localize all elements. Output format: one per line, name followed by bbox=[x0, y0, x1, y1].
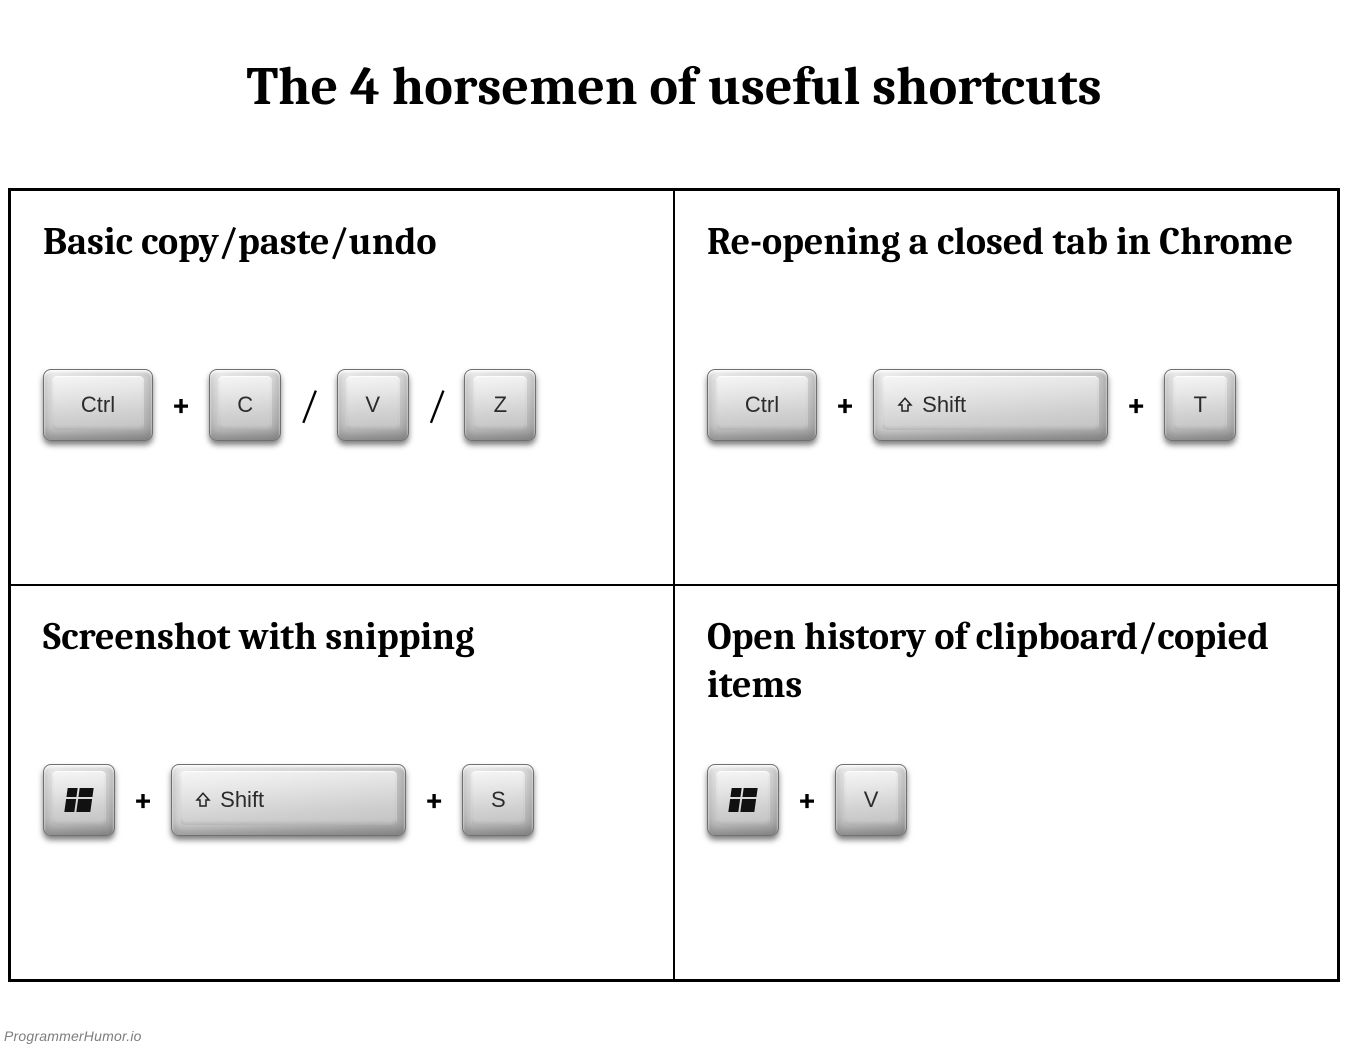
key-windows bbox=[43, 764, 115, 836]
shift-arrow-icon bbox=[194, 791, 212, 809]
key-windows bbox=[707, 764, 779, 836]
plus-separator: + bbox=[171, 385, 191, 425]
windows-icon bbox=[64, 788, 93, 812]
plus-separator: + bbox=[1126, 385, 1146, 425]
cell-copy-paste-undo: Basic copy/paste/undo Ctrl + C / V / Z bbox=[10, 190, 674, 585]
shift-arrow-icon bbox=[896, 396, 914, 414]
cell-title: Screenshot with snipping bbox=[43, 614, 641, 714]
plus-separator: + bbox=[835, 385, 855, 425]
key-combo: Ctrl + Shift + T bbox=[707, 369, 1305, 441]
key-combo: + V bbox=[707, 764, 1305, 836]
plus-separator: + bbox=[797, 780, 817, 820]
key-ctrl: Ctrl bbox=[707, 369, 817, 441]
key-c: C bbox=[209, 369, 281, 441]
plus-separator: + bbox=[424, 780, 444, 820]
key-combo: Ctrl + C / V / Z bbox=[43, 369, 641, 441]
cell-reopen-tab: Re-opening a closed tab in Chrome Ctrl +… bbox=[674, 190, 1338, 585]
key-combo: + Shift + S bbox=[43, 764, 641, 836]
key-t: T bbox=[1164, 369, 1236, 441]
key-s: S bbox=[462, 764, 534, 836]
windows-icon bbox=[728, 788, 757, 812]
plus-separator: + bbox=[133, 780, 153, 820]
watermark: ProgrammerHumor.io bbox=[4, 1028, 142, 1044]
slash-separator: / bbox=[299, 382, 319, 428]
page-title: The 4 horsemen of useful shortcuts bbox=[0, 0, 1348, 188]
cell-title: Re-opening a closed tab in Chrome bbox=[707, 219, 1305, 319]
key-shift: Shift bbox=[171, 764, 406, 836]
cell-snipping: Screenshot with snipping + Shift + S bbox=[10, 585, 674, 980]
shortcut-grid: Basic copy/paste/undo Ctrl + C / V / Z R… bbox=[8, 188, 1340, 982]
key-v: V bbox=[835, 764, 907, 836]
key-ctrl: Ctrl bbox=[43, 369, 153, 441]
key-shift: Shift bbox=[873, 369, 1108, 441]
cell-title: Open history of clipboard/copied items bbox=[707, 614, 1305, 714]
key-z: Z bbox=[464, 369, 536, 441]
cell-title: Basic copy/paste/undo bbox=[43, 219, 641, 319]
key-v: V bbox=[337, 369, 409, 441]
slash-separator: / bbox=[427, 382, 447, 428]
cell-clipboard-history: Open history of clipboard/copied items +… bbox=[674, 585, 1338, 980]
